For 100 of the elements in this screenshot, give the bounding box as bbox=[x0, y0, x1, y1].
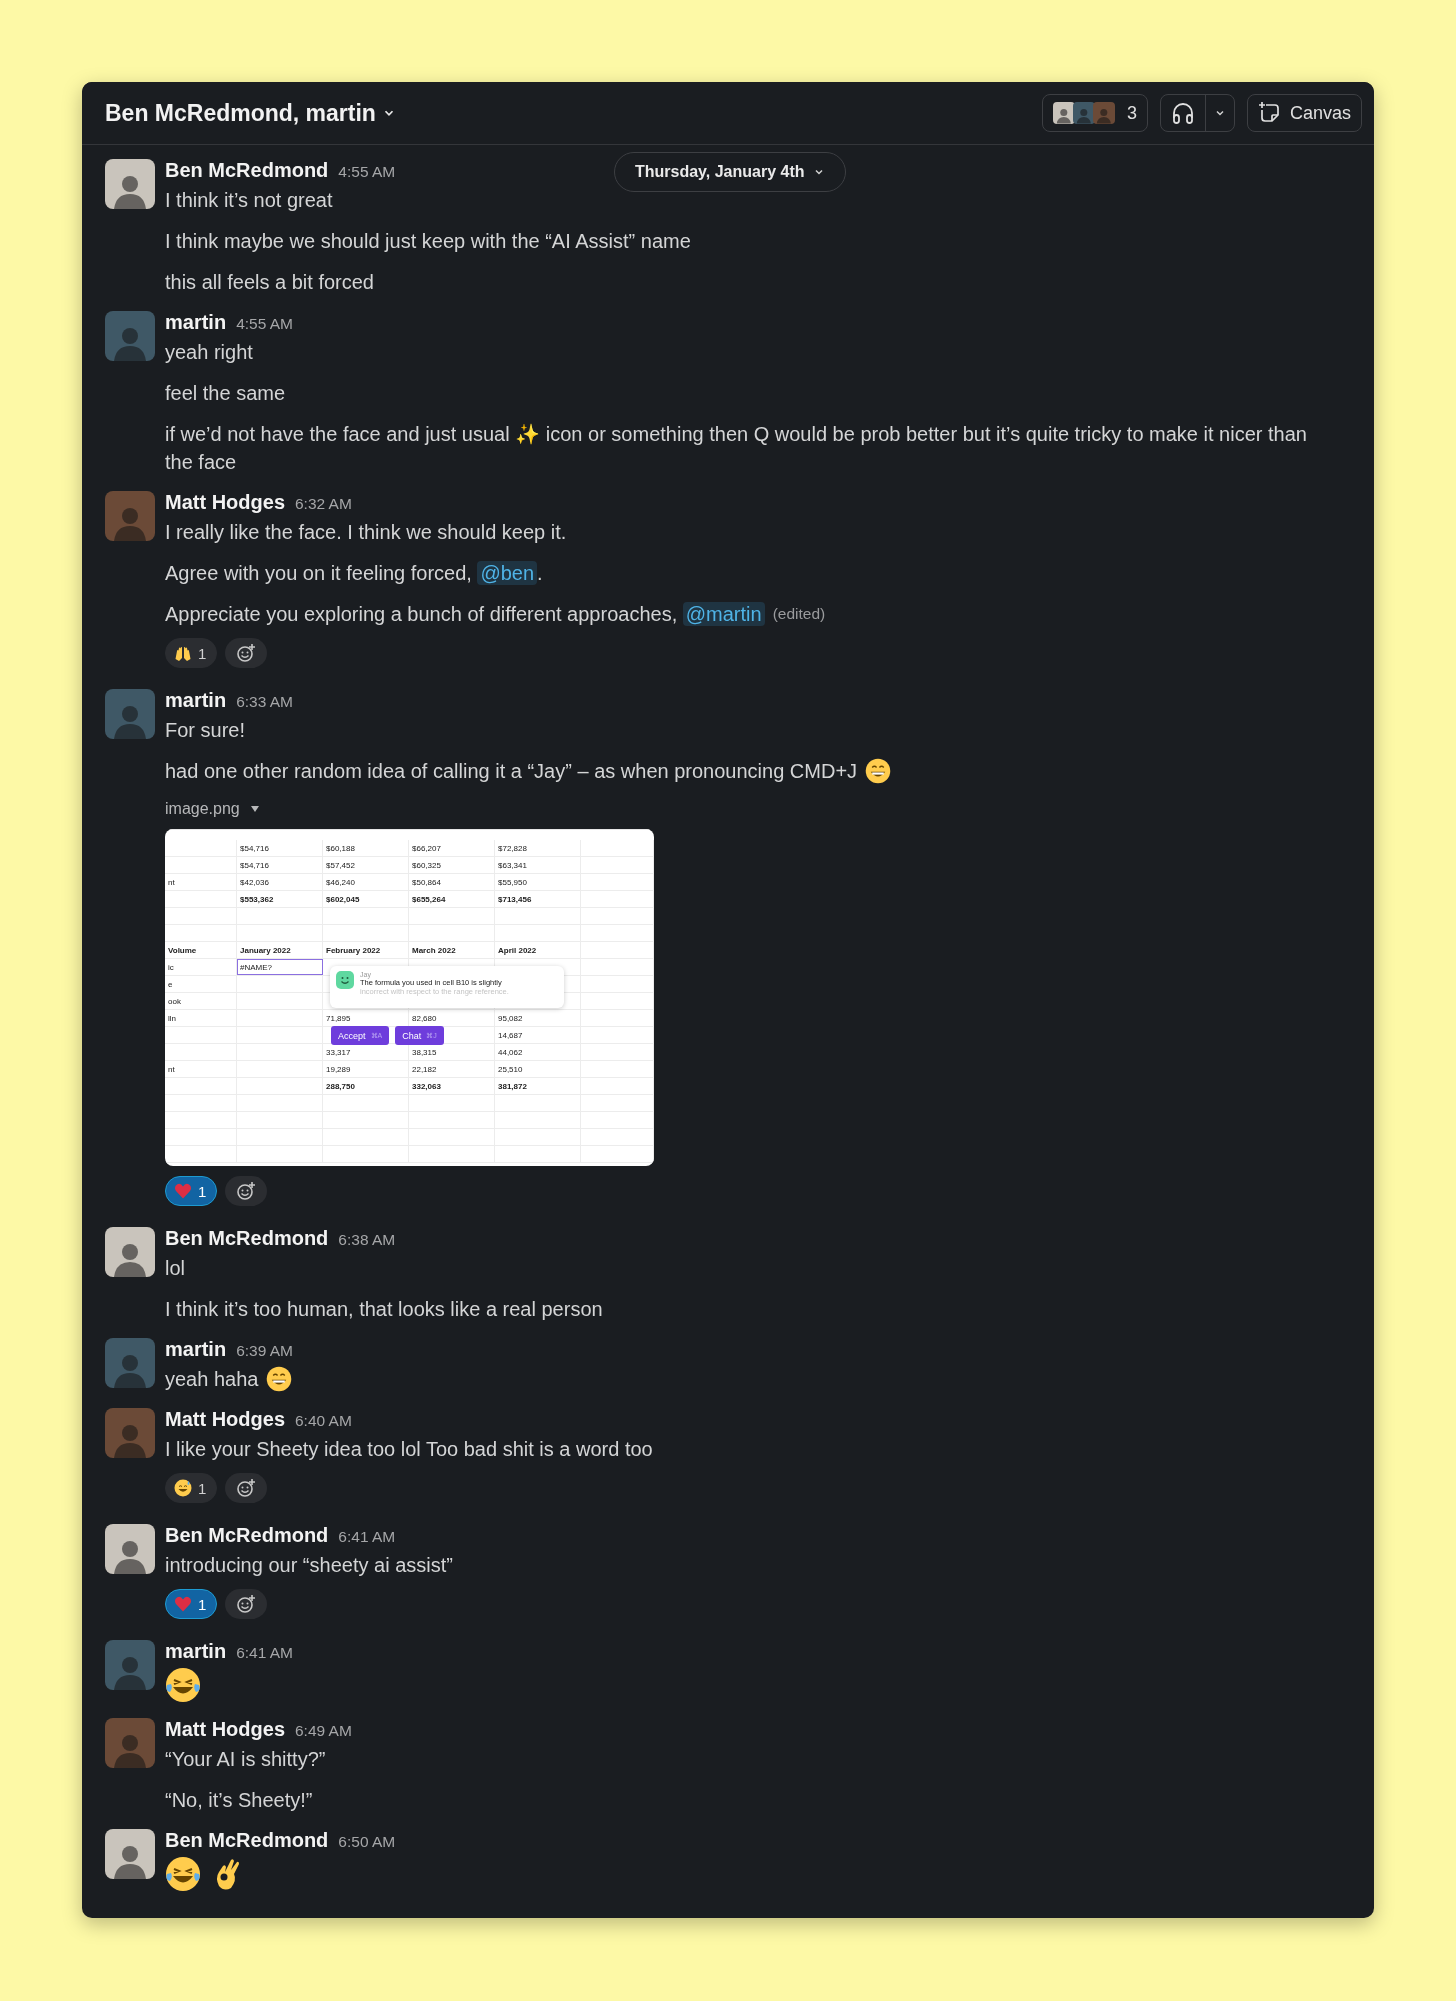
avatar bbox=[1052, 102, 1075, 124]
heart-icon bbox=[174, 1182, 192, 1200]
author-name[interactable]: Ben McRedmond bbox=[165, 1827, 329, 1853]
message-text: For sure! bbox=[165, 718, 246, 743]
author-name[interactable]: Ben McRedmond bbox=[165, 1225, 329, 1251]
mention-link[interactable]: @ben bbox=[477, 561, 538, 585]
sheet-cell: 332,063 bbox=[409, 1078, 495, 1094]
sweat-smile-icon bbox=[174, 1479, 192, 1497]
message-text: I think it’s too human, that looks like a real person bbox=[165, 1297, 603, 1322]
sheet-cell: $50,864 bbox=[409, 874, 495, 890]
message-text: I think it’s not great bbox=[165, 188, 333, 213]
timestamp[interactable]: 6:49 AM bbox=[295, 1722, 352, 1740]
author-name[interactable]: martin bbox=[165, 687, 227, 713]
file-name[interactable]: image.png bbox=[165, 798, 260, 820]
sheet-cell: $72,828 bbox=[495, 840, 581, 856]
timestamp[interactable]: 4:55 AM bbox=[236, 315, 293, 333]
add-reaction-button[interactable] bbox=[225, 1176, 268, 1206]
reaction-button[interactable]: 1 bbox=[165, 1473, 218, 1503]
timestamp[interactable]: 6:40 AM bbox=[295, 1412, 352, 1430]
message-text: if we’d not have the face and just usual ✨ icon or something then Q would be prob better but it’s quite tricky to make it nicer than the face bbox=[165, 422, 1308, 475]
laughing-tears-icon bbox=[165, 1667, 201, 1703]
reaction-button[interactable]: 1 bbox=[165, 1589, 218, 1619]
sheet-cell: e bbox=[165, 976, 237, 992]
avatar[interactable] bbox=[105, 1227, 155, 1277]
mention-link[interactable]: @martin bbox=[682, 602, 765, 626]
author-name[interactable]: martin bbox=[165, 1336, 227, 1362]
message-text: I like your Sheety idea too lol Too bad shit is a word too bbox=[165, 1437, 653, 1462]
sheet-cell: $42,036 bbox=[237, 874, 323, 890]
add-reaction-button[interactable] bbox=[225, 1473, 268, 1503]
add-emoji-icon bbox=[236, 1181, 257, 1201]
sheet-cell: ic bbox=[165, 959, 237, 975]
sheet-cell: $46,240 bbox=[323, 874, 409, 890]
message-text: “No, it’s Sheety!” bbox=[165, 1788, 313, 1813]
timestamp[interactable]: 6:41 AM bbox=[338, 1528, 396, 1546]
reaction-button[interactable]: 1 bbox=[165, 1176, 218, 1206]
avatar[interactable] bbox=[105, 1524, 155, 1574]
message-text: lol bbox=[165, 1256, 185, 1281]
avatar[interactable] bbox=[105, 1640, 155, 1690]
sheet-cell: February 2022 bbox=[323, 942, 409, 958]
sheet-cell: $54,716 bbox=[237, 840, 323, 856]
avatar[interactable] bbox=[105, 1829, 155, 1879]
avatar[interactable] bbox=[105, 1408, 155, 1458]
avatar[interactable] bbox=[105, 491, 155, 541]
sheet-cell: Volume bbox=[165, 942, 237, 958]
sheet-cell: 14,687 bbox=[495, 1027, 581, 1043]
add-reaction-button[interactable] bbox=[225, 1589, 268, 1619]
sheet-cell: $63,341 bbox=[495, 857, 581, 873]
sheet-cell: $66,207 bbox=[409, 840, 495, 856]
timestamp[interactable]: 6:33 AM bbox=[236, 693, 293, 711]
sheet-cell: 381,872 bbox=[495, 1078, 581, 1094]
sheet-cell: $54,716 bbox=[237, 857, 323, 873]
timestamp[interactable]: 6:32 AM bbox=[295, 495, 352, 513]
avatar bbox=[1092, 102, 1115, 124]
author-name[interactable]: Ben McRedmond bbox=[165, 1522, 329, 1548]
sheet-cell: $60,325 bbox=[409, 857, 495, 873]
sheet-cell: April 2022 bbox=[495, 942, 581, 958]
author-name[interactable]: Matt Hodges bbox=[165, 489, 285, 515]
add-emoji-icon bbox=[236, 1594, 257, 1614]
sheet-cell: 288,750 bbox=[323, 1078, 409, 1094]
add-reaction-button[interactable] bbox=[225, 638, 268, 668]
sheet-cell: 19,289 bbox=[323, 1061, 409, 1077]
sheet-cell: $553,362 bbox=[237, 891, 323, 907]
timestamp[interactable]: 6:39 AM bbox=[236, 1342, 293, 1360]
message-text: this all feels a bit forced bbox=[165, 270, 374, 295]
heart-icon bbox=[174, 1595, 192, 1613]
avatar[interactable] bbox=[105, 1718, 155, 1768]
author-name[interactable]: martin bbox=[165, 309, 227, 335]
reaction-button[interactable]: 1 bbox=[165, 638, 218, 668]
author-name[interactable]: martin bbox=[165, 1638, 227, 1664]
date-divider[interactable]: Thursday, January 4th bbox=[614, 152, 846, 192]
sheet-cell: $57,452 bbox=[323, 857, 409, 873]
author-name[interactable]: Ben McRedmond bbox=[165, 157, 329, 183]
message-text: I really like the face. I think we should keep it. bbox=[165, 520, 567, 545]
sheet-cell: #NAME? bbox=[237, 959, 323, 975]
sheet-cell: $60,188 bbox=[323, 840, 409, 856]
members-button[interactable]: 3 bbox=[1041, 94, 1148, 132]
author-name[interactable]: Matt Hodges bbox=[165, 1716, 285, 1742]
sheet-cell: March 2022 bbox=[409, 942, 495, 958]
sheet-cell: $713,456 bbox=[495, 891, 581, 907]
avatar[interactable] bbox=[105, 159, 155, 209]
caret-icon bbox=[249, 805, 260, 813]
avatar[interactable] bbox=[105, 689, 155, 739]
sheet-cell: $55,950 bbox=[495, 874, 581, 890]
channel-title[interactable]: Ben McRedmond, martin bbox=[105, 99, 396, 127]
message-text: yeah right bbox=[165, 340, 253, 365]
canvas-button[interactable]: Canvas bbox=[1246, 94, 1362, 132]
sheet-cell: nt bbox=[165, 874, 237, 890]
timestamp[interactable]: 4:55 AM bbox=[338, 163, 396, 181]
laughing-tears-icon bbox=[165, 1856, 201, 1892]
avatar[interactable] bbox=[105, 1338, 155, 1388]
timestamp[interactable]: 6:50 AM bbox=[338, 1833, 396, 1851]
smiley-face-icon bbox=[336, 971, 354, 989]
avatar bbox=[1072, 102, 1095, 124]
sheet-cell: 95,082 bbox=[495, 1010, 581, 1026]
timestamp[interactable]: 6:41 AM bbox=[236, 1644, 293, 1662]
avatar[interactable] bbox=[105, 311, 155, 361]
author-name[interactable]: Matt Hodges bbox=[165, 1406, 285, 1432]
sheet-cell: 22,182 bbox=[409, 1061, 495, 1077]
sheet-cell: ook bbox=[165, 993, 237, 1009]
timestamp[interactable]: 6:38 AM bbox=[338, 1231, 396, 1249]
